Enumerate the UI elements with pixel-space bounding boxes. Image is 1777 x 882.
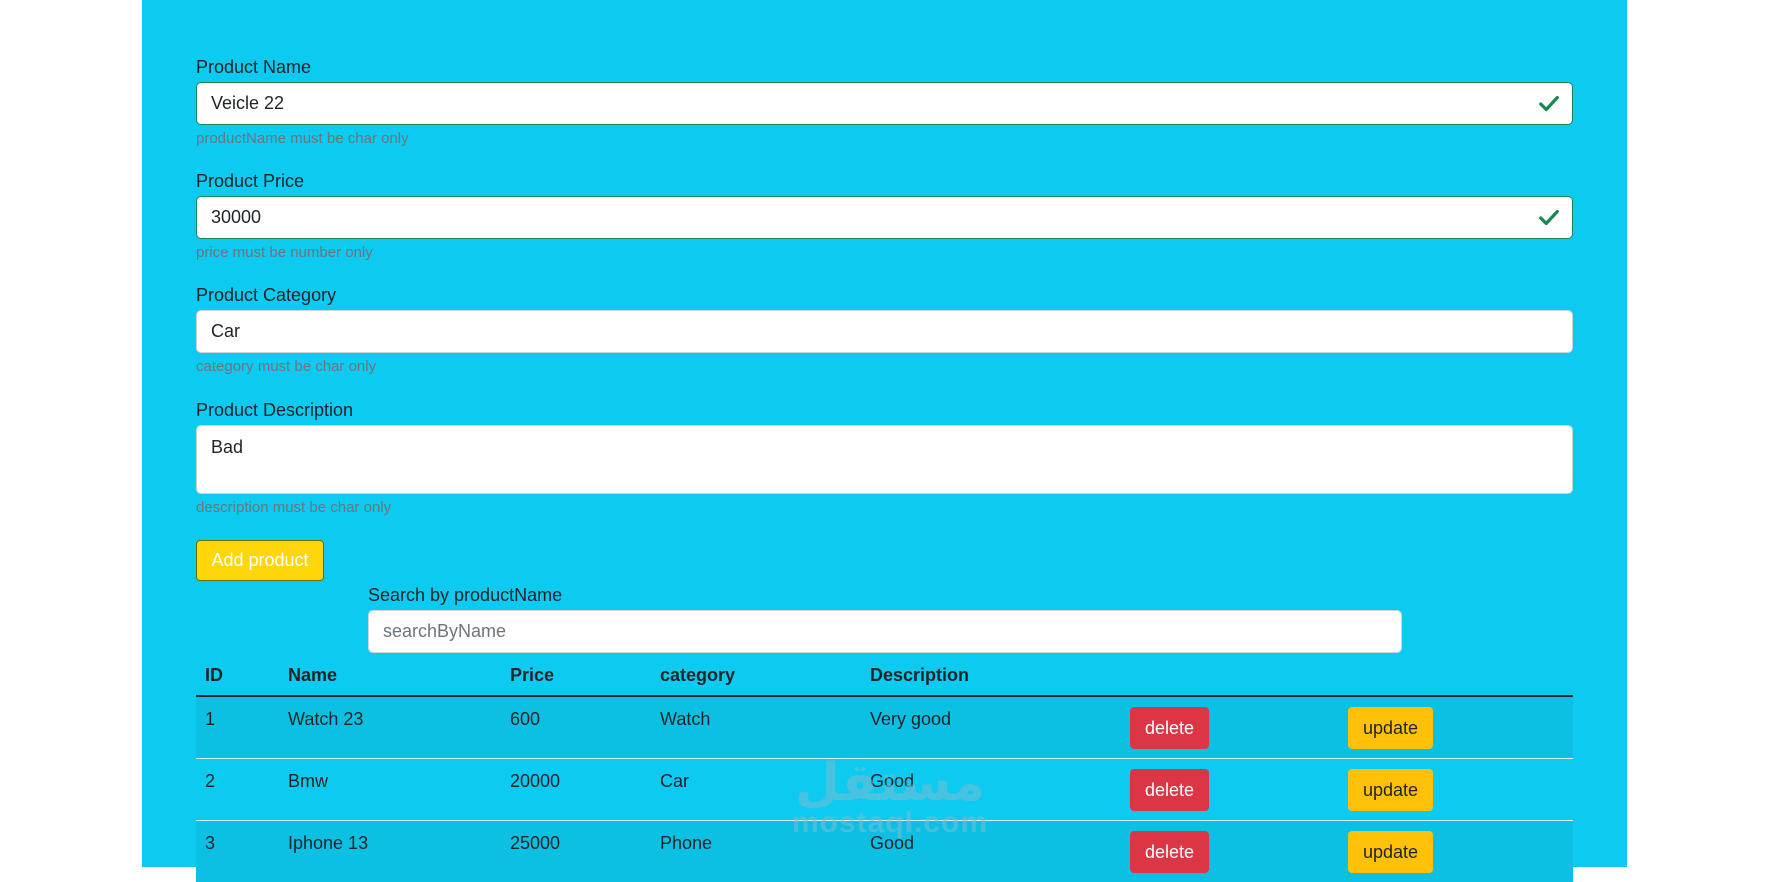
row-cell-price: 600 xyxy=(501,696,651,759)
search-input[interactable]: searchByName xyxy=(368,610,1402,653)
products-table: ID Name Price category Description 1 Wat… xyxy=(196,656,1573,882)
row-id: 1 xyxy=(205,697,270,730)
update-button[interactable]: update xyxy=(1348,769,1433,811)
product-price-value: 30000 xyxy=(211,207,261,227)
header-update xyxy=(1339,656,1573,696)
row-cell-description: Very good xyxy=(861,696,1121,759)
product-price-label: Product Price xyxy=(196,171,1573,192)
header-id: ID xyxy=(196,656,279,696)
product-category-label: Product Category xyxy=(196,285,1573,306)
table-row: 1 Watch 23 600 Watch Very good delete up… xyxy=(196,696,1573,759)
row-cell-category: Car xyxy=(651,759,861,821)
row-cell-category: Watch xyxy=(651,696,861,759)
main-panel: Product Name Veicle 22 productName must … xyxy=(142,0,1627,867)
header-name: Name xyxy=(279,656,501,696)
product-description-hint: description must be char only xyxy=(196,499,1573,516)
product-price-field: Product Price 30000 price must be number… xyxy=(196,171,1573,261)
product-name-value: Veicle 22 xyxy=(211,93,284,113)
row-id: 2 xyxy=(205,759,270,792)
search-placeholder: searchByName xyxy=(383,621,506,641)
product-description-field: Product Description Bad description must… xyxy=(196,400,1573,516)
product-price-input[interactable]: 30000 xyxy=(196,196,1573,239)
row-name: Iphone 13 xyxy=(288,821,492,854)
row-name: Bmw xyxy=(288,759,492,792)
table-row: 2 Bmw 20000 Car Good delete update xyxy=(196,759,1573,821)
header-category: category xyxy=(651,656,861,696)
add-product-button[interactable]: Add product xyxy=(196,540,324,581)
product-category-field: Product Category Car category must be ch… xyxy=(196,285,1573,375)
row-cell-name: Iphone 13 xyxy=(279,821,501,882)
header-price: Price xyxy=(501,656,651,696)
row-cell-id: 2 xyxy=(196,759,279,821)
product-price-hint: price must be number only xyxy=(196,244,1573,261)
row-cell-id: 1 xyxy=(196,696,279,759)
product-category-value: Car xyxy=(211,321,240,341)
product-name-input[interactable]: Veicle 22 xyxy=(196,82,1573,125)
row-cell-description: Good xyxy=(861,759,1121,821)
product-description-label: Product Description xyxy=(196,400,1573,421)
delete-button[interactable]: delete xyxy=(1130,769,1209,811)
product-name-hint: productName must be char only xyxy=(196,130,1573,147)
search-field: Search by productName searchByName xyxy=(368,585,1402,653)
row-cell-update: update xyxy=(1339,696,1573,759)
row-price: 20000 xyxy=(510,759,642,792)
row-cell-delete: delete xyxy=(1121,759,1339,821)
update-button[interactable]: update xyxy=(1348,707,1433,749)
product-category-hint: category must be char only xyxy=(196,358,1573,375)
row-cell-update: update xyxy=(1339,759,1573,821)
row-cell-category: Phone xyxy=(651,821,861,882)
row-cell-delete: delete xyxy=(1121,821,1339,882)
check-icon xyxy=(1538,207,1560,229)
row-price: 600 xyxy=(510,697,642,730)
row-name: Watch 23 xyxy=(288,697,492,730)
header-description: Description xyxy=(861,656,1121,696)
row-cell-id: 3 xyxy=(196,821,279,882)
product-name-field: Product Name Veicle 22 productName must … xyxy=(196,57,1573,147)
row-cell-name: Watch 23 xyxy=(279,696,501,759)
table-row: 3 Iphone 13 25000 Phone Good delete upda… xyxy=(196,821,1573,882)
row-cell-delete: delete xyxy=(1121,696,1339,759)
row-description: Good xyxy=(870,759,1112,792)
product-category-input[interactable]: Car xyxy=(196,310,1573,353)
product-description-textarea[interactable]: Bad xyxy=(196,425,1573,494)
row-category: Watch xyxy=(660,697,852,730)
product-description-value: Bad xyxy=(211,437,243,457)
product-name-label: Product Name xyxy=(196,57,1573,78)
row-category: Car xyxy=(660,759,852,792)
row-category: Phone xyxy=(660,821,852,854)
search-label: Search by productName xyxy=(368,585,1402,606)
row-cell-price: 25000 xyxy=(501,821,651,882)
row-cell-description: Good xyxy=(861,821,1121,882)
table-header-row: ID Name Price category Description xyxy=(196,656,1573,696)
delete-button[interactable]: delete xyxy=(1130,707,1209,749)
row-description: Very good xyxy=(870,697,1112,730)
row-cell-name: Bmw xyxy=(279,759,501,821)
row-cell-update: update xyxy=(1339,821,1573,882)
row-price: 25000 xyxy=(510,821,642,854)
check-icon xyxy=(1538,93,1560,115)
row-id: 3 xyxy=(205,821,270,854)
header-delete xyxy=(1121,656,1339,696)
row-cell-price: 20000 xyxy=(501,759,651,821)
row-description: Good xyxy=(870,821,1112,854)
